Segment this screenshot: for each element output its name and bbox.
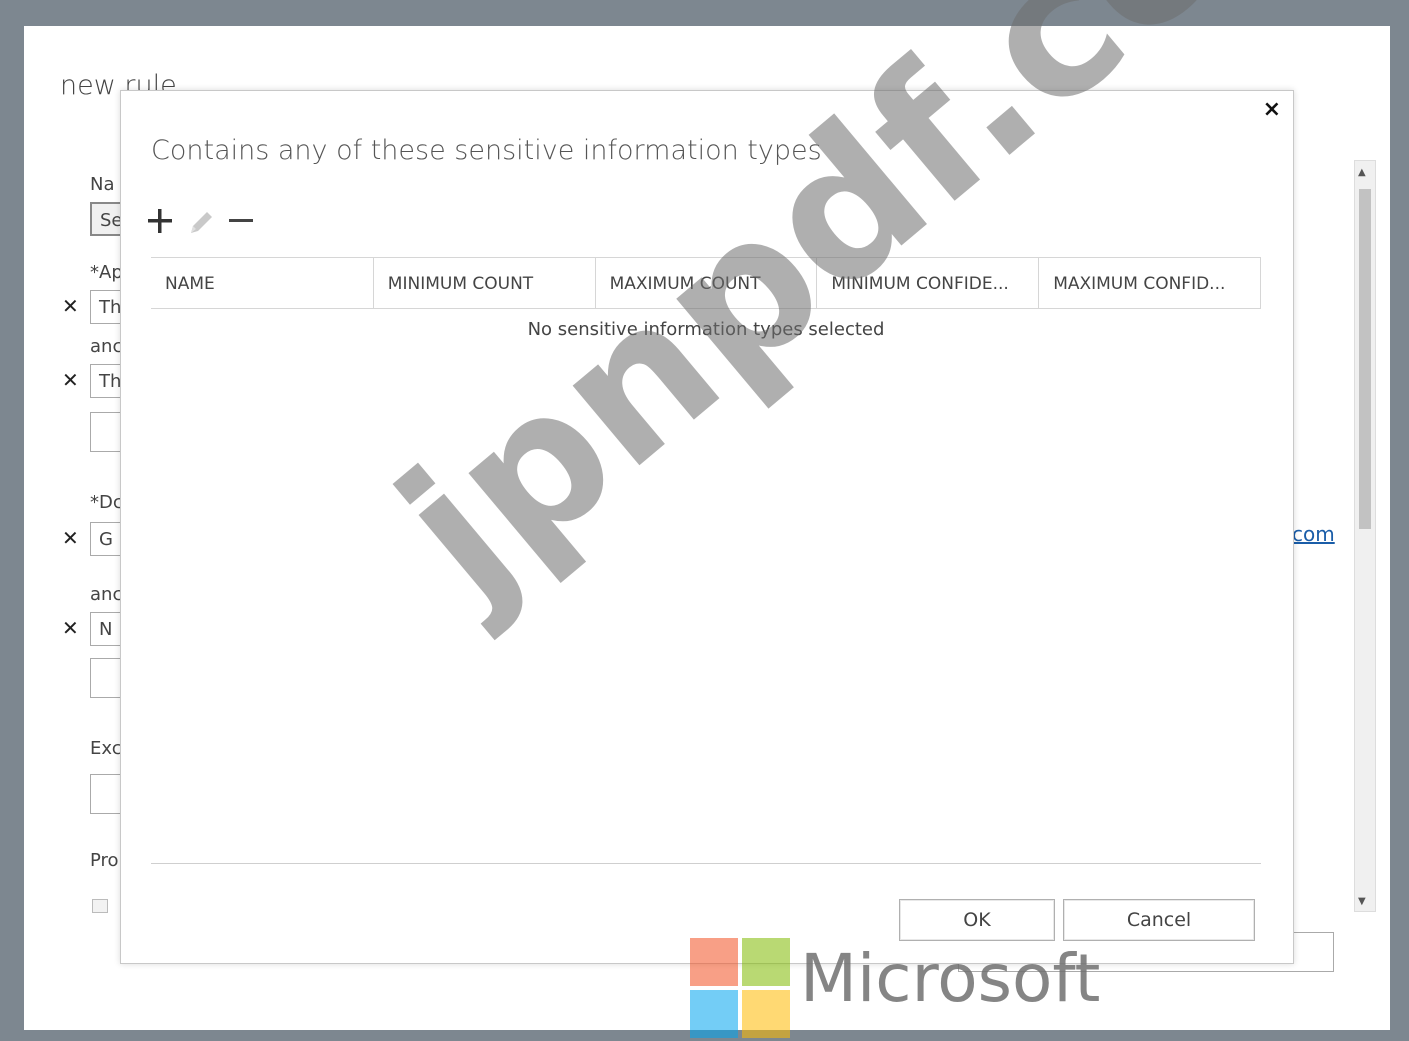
divider xyxy=(151,863,1261,864)
remove-action-1-icon[interactable]: ✕ xyxy=(62,526,79,550)
plus-icon[interactable] xyxy=(143,201,177,241)
properties-checkbox[interactable] xyxy=(92,899,108,913)
column-header-name[interactable]: NAME xyxy=(151,258,373,308)
remove-action-2-icon[interactable]: ✕ xyxy=(62,616,79,640)
ok-button[interactable]: OK xyxy=(899,899,1055,941)
and-label-1: anc xyxy=(90,336,123,357)
sensitive-info-dialog: × Contains any of these sensitive inform… xyxy=(120,90,1294,964)
and-label-2: anc xyxy=(90,584,123,605)
remove-condition-1-icon[interactable]: ✕ xyxy=(62,294,79,318)
name-label: Na xyxy=(90,174,115,195)
scroll-down-arrow-icon[interactable]: ▼ xyxy=(1358,896,1366,907)
column-header-minimum-confidence[interactable]: MINIMUM CONFIDE... xyxy=(816,258,1038,308)
scrollbar[interactable]: ▲ ▼ xyxy=(1354,160,1376,912)
remove-condition-2-icon[interactable]: ✕ xyxy=(62,368,79,392)
scrollbar-thumb[interactable] xyxy=(1359,189,1371,529)
except-label: Exc xyxy=(90,738,122,759)
column-header-minimum-count[interactable]: MINIMUM COUNT xyxy=(372,258,595,308)
background-link[interactable]: com xyxy=(1292,522,1335,546)
empty-list-message: No sensitive information types selected xyxy=(527,319,885,340)
scroll-up-arrow-icon[interactable]: ▲ xyxy=(1358,167,1366,178)
apply-if-label: *Ap xyxy=(90,262,123,283)
do-following-label: *Dc xyxy=(90,492,123,513)
pencil-icon[interactable] xyxy=(183,201,217,241)
info-types-table-header: NAME MINIMUM COUNT MAXIMUM COUNT MINIMUM… xyxy=(151,257,1261,309)
dialog-title: Contains any of these sensitive informat… xyxy=(151,135,822,166)
properties-label: Pro xyxy=(90,850,119,871)
screenshot-frame: new rule Na Se *Ap ✕ Th anc ✕ Th *Dc ✕ G… xyxy=(0,0,1409,1041)
cancel-button[interactable]: Cancel xyxy=(1063,899,1255,941)
column-header-maximum-confidence[interactable]: MAXIMUM CONFID... xyxy=(1038,258,1260,308)
column-header-maximum-count[interactable]: MAXIMUM COUNT xyxy=(594,258,817,308)
close-icon[interactable]: × xyxy=(1263,97,1281,122)
microsoft-logo-text: Microsoft xyxy=(800,940,1101,1017)
minus-icon[interactable] xyxy=(223,201,257,241)
new-rule-window: new rule Na Se *Ap ✕ Th anc ✕ Th *Dc ✕ G… xyxy=(24,26,1390,1030)
